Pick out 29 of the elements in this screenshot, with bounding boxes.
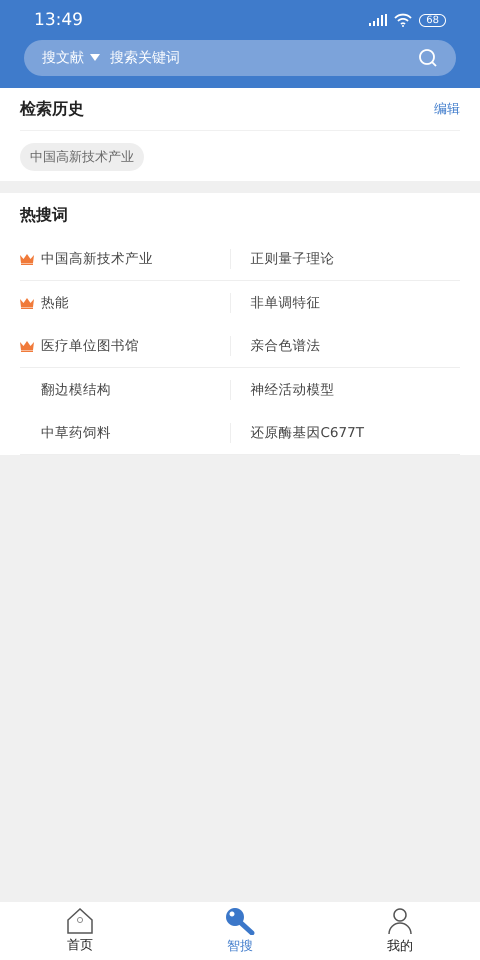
signal-icon [369, 14, 388, 26]
hot-keyword[interactable]: 中国高新技术产业 [41, 250, 153, 268]
caret-icon[interactable] [90, 54, 100, 62]
hot-keyword[interactable]: 神经活动模型 [250, 380, 334, 398]
section-title: 检索历史 [20, 98, 84, 120]
history-tag[interactable]: 中国高新技术产业 [20, 143, 144, 171]
crown-icon [20, 340, 34, 352]
nav-tab[interactable]: 智搜 [160, 902, 320, 960]
key-icon [225, 907, 255, 935]
crown-icon [20, 252, 34, 264]
section-title: 热搜词 [20, 204, 68, 226]
crown-icon [20, 296, 34, 308]
hot-keyword[interactable]: 还原酶基因C677T [250, 424, 364, 442]
house-icon [66, 908, 94, 934]
hot-keyword[interactable]: 亲合色谱法 [250, 336, 320, 354]
hot-keyword[interactable]: 正则量子理论 [250, 250, 334, 268]
nav-tab[interactable]: 首页 [0, 902, 160, 960]
status-time: 13:49 [34, 10, 83, 30]
nav-tab[interactable]: 我的 [320, 902, 480, 960]
hot-keyword[interactable]: 医疗单位图书馆 [41, 336, 139, 354]
person-icon [386, 907, 414, 935]
edit-link[interactable]: 编辑 [434, 100, 460, 118]
battery-indicator: 68 [419, 14, 446, 26]
wifi-icon [394, 13, 412, 27]
hot-keyword[interactable]: 热能 [41, 294, 69, 312]
search-icon[interactable] [418, 48, 438, 68]
hot-keyword[interactable]: 非单调特征 [250, 294, 320, 312]
hot-keyword[interactable]: 翻边模结构 [41, 380, 111, 398]
hot-keyword[interactable]: 中草药饲料 [41, 424, 111, 442]
